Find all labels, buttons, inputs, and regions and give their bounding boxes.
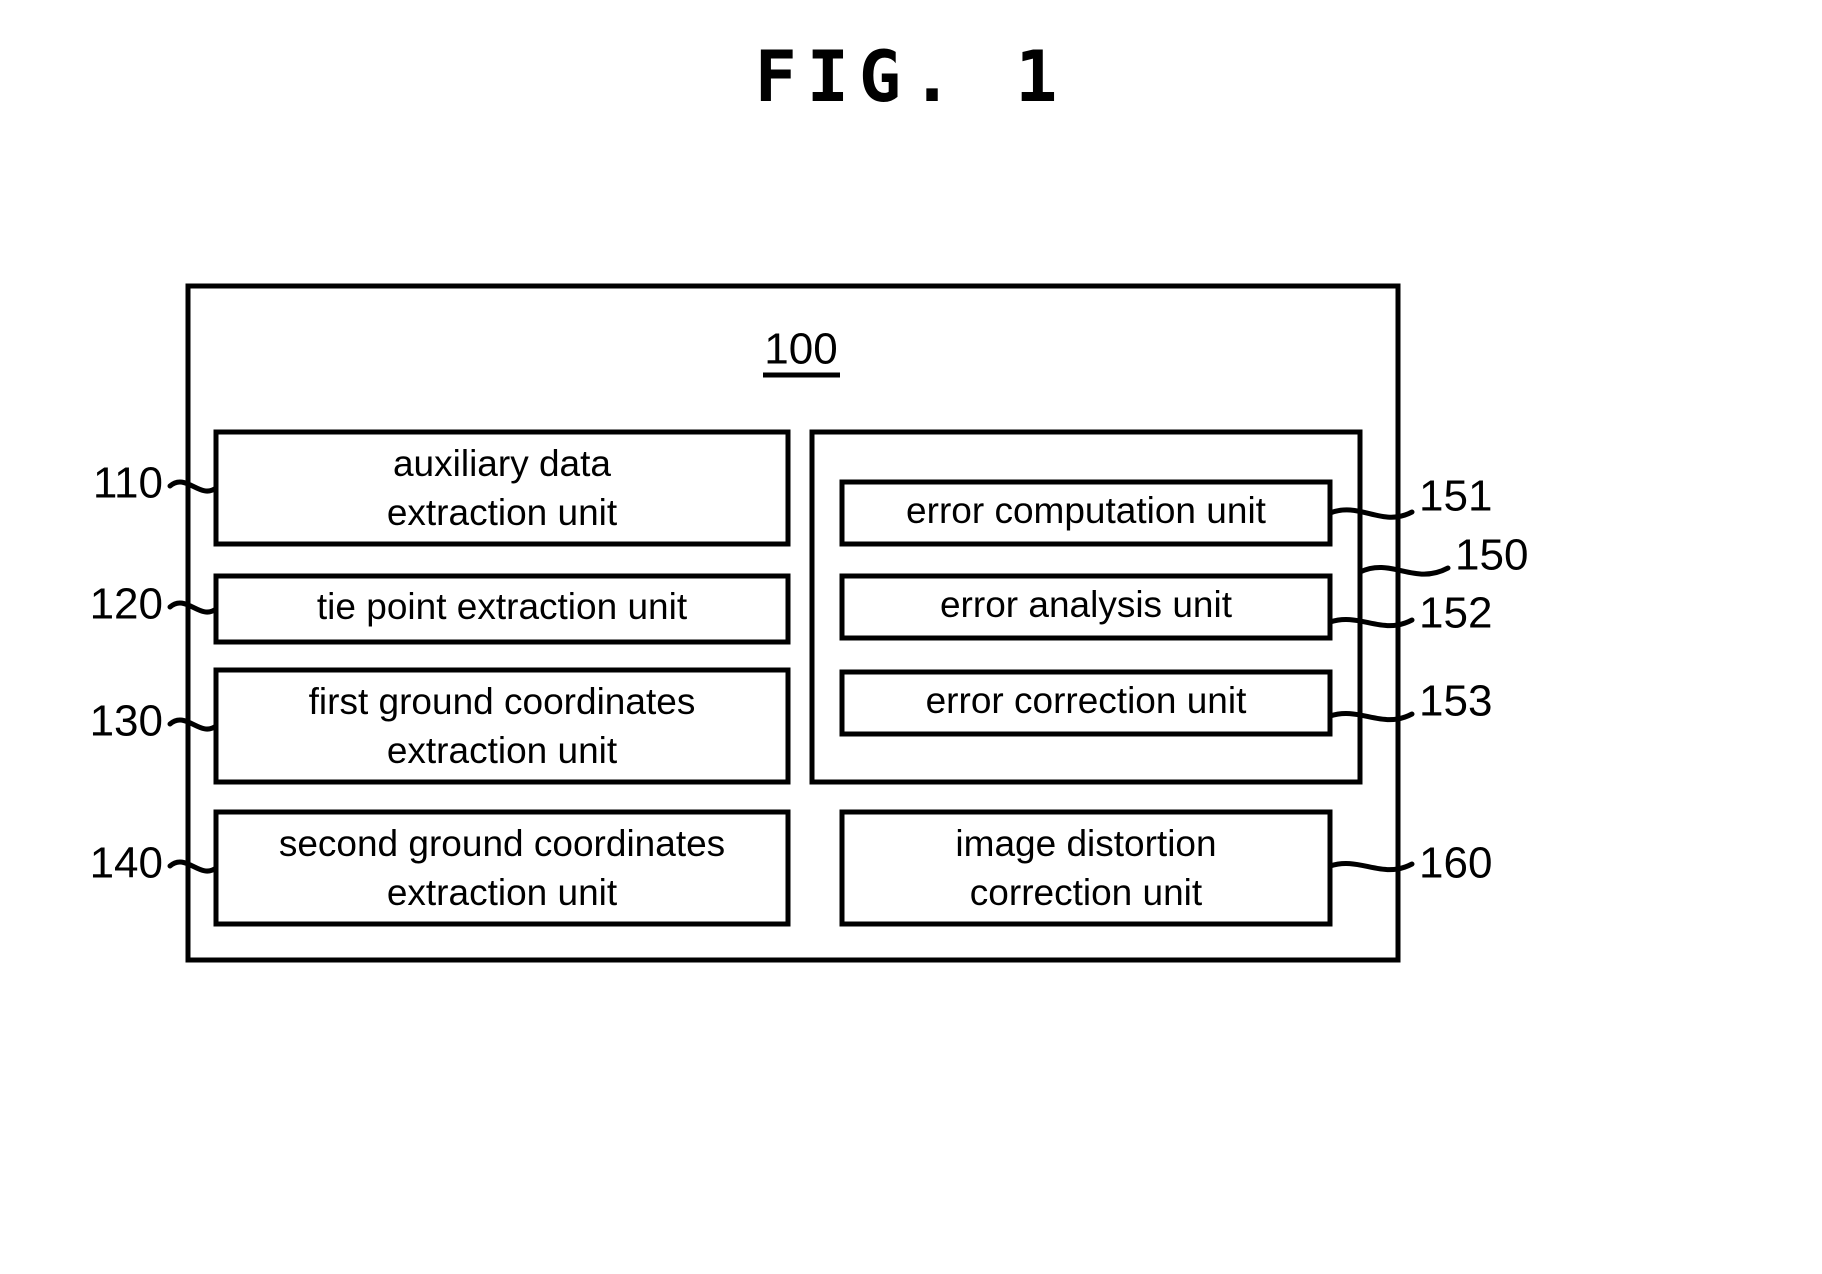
reference-numeral-140: 140 — [90, 839, 163, 888]
block-label-120-line1: tie point extraction unit — [317, 586, 688, 627]
block-image-distortion-correction-unit: image distortion correction unit — [839, 809, 1333, 927]
reference-numeral-120: 120 — [90, 580, 163, 629]
block-label-140-line2: extraction unit — [387, 872, 618, 913]
block-label-110-line1: auxiliary data — [393, 443, 611, 484]
reference-numeral-110: 110 — [93, 459, 163, 508]
block-label-151: error computation unit — [906, 490, 1267, 531]
reference-numeral-151: 151 — [1419, 472, 1492, 521]
block-tie-point-extraction-unit: tie point extraction unit — [213, 573, 791, 645]
block-first-ground-coordinates-extraction-unit: first ground coordinates extraction unit — [213, 667, 791, 785]
reference-numeral-130: 130 — [90, 697, 163, 746]
block-label-153: error correction unit — [926, 680, 1248, 721]
block-label-110-line2: extraction unit — [387, 492, 618, 533]
block-auxiliary-data-extraction-unit: auxiliary data extraction unit — [213, 429, 791, 547]
block-label-140-line1: second ground coordinates — [279, 823, 725, 864]
block-label-152: error analysis unit — [940, 584, 1233, 625]
reference-numeral-150: 150 — [1455, 531, 1528, 580]
block-label-160-line2: correction unit — [970, 872, 1203, 913]
block-label-160-line1: image distortion — [955, 823, 1216, 864]
block-error-correction-unit: error correction unit — [839, 669, 1333, 737]
system-id-label: 100 — [764, 325, 837, 374]
block-second-ground-coordinates-extraction-unit: second ground coordinates extraction uni… — [213, 809, 791, 927]
reference-numeral-153: 153 — [1419, 677, 1492, 726]
reference-numeral-160: 160 — [1419, 839, 1492, 888]
block-label-130-line2: extraction unit — [387, 730, 618, 771]
patent-figure-diagram: 100 auxiliary data extraction unit 110 t… — [90, 283, 1528, 963]
block-error-analysis-unit: error analysis unit — [839, 573, 1333, 641]
reference-numeral-152: 152 — [1419, 589, 1492, 638]
block-label-130-line1: first ground coordinates — [309, 681, 696, 722]
block-error-computation-unit: error computation unit — [839, 479, 1333, 547]
